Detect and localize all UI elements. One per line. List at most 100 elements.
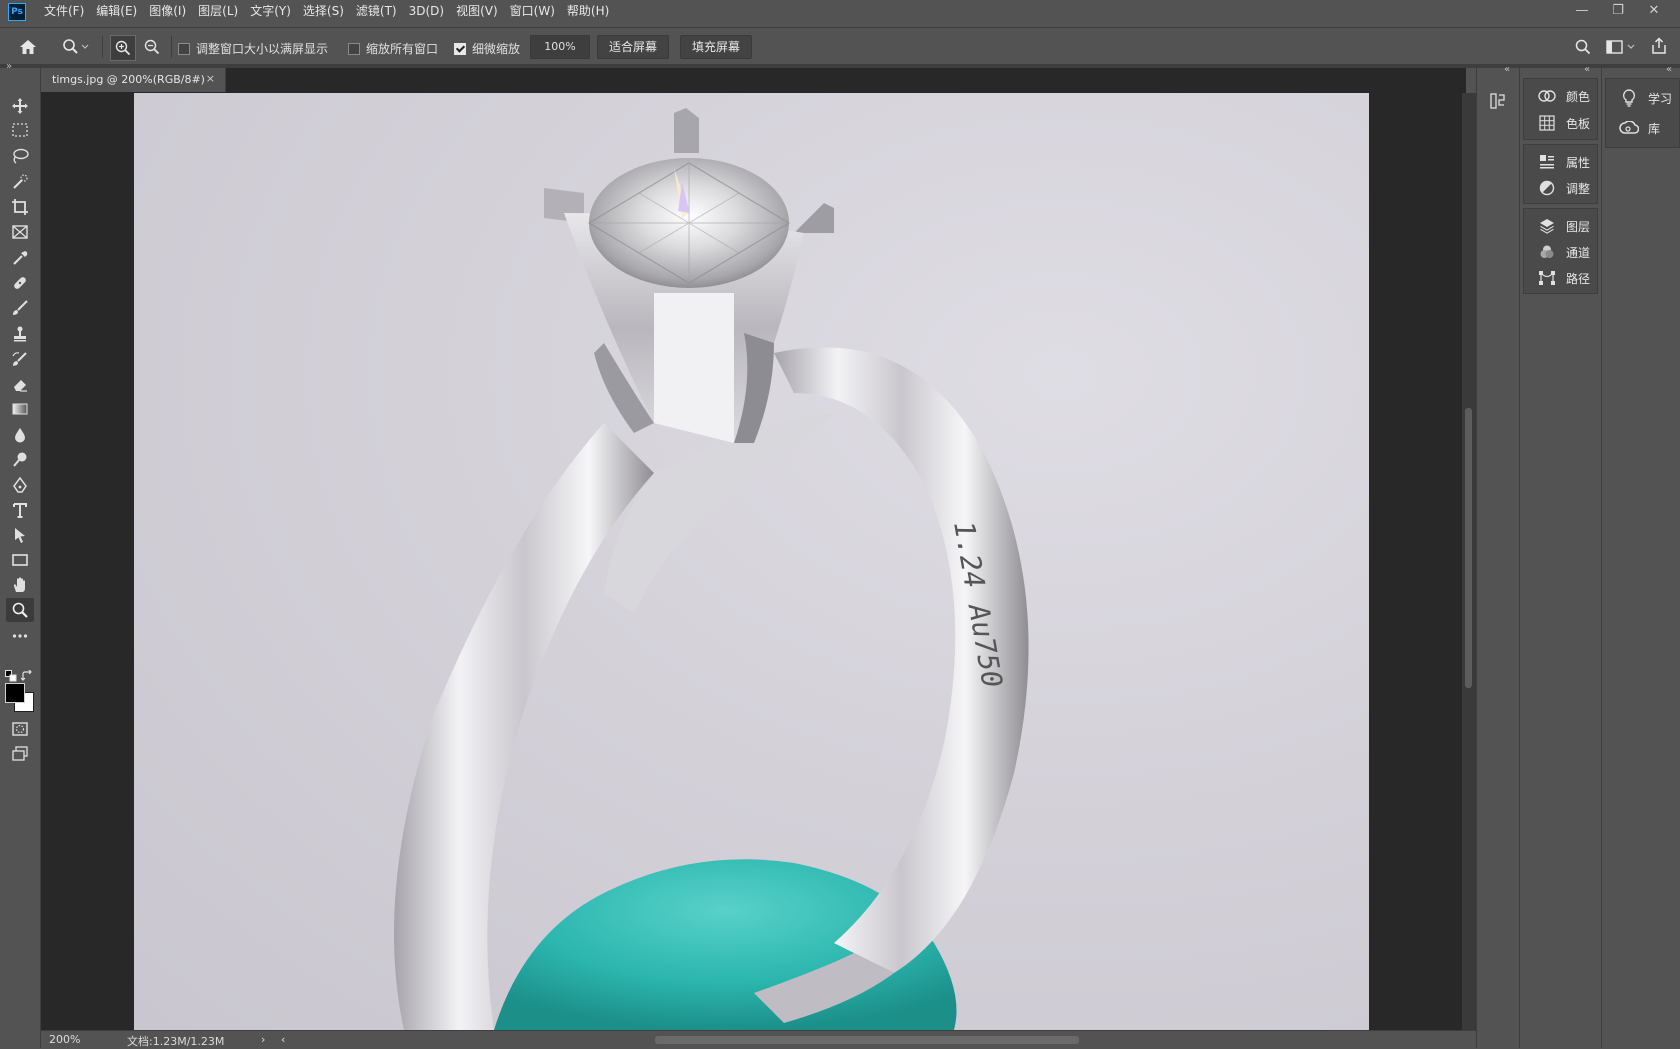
zoom-tool-icon bbox=[12, 602, 28, 618]
fill-screen-button[interactable]: 填充屏幕 bbox=[680, 35, 752, 59]
zoom-value-field[interactable]: 100% bbox=[530, 35, 590, 59]
menu-image[interactable]: 图像(I) bbox=[149, 0, 186, 23]
collapse-dock-icon[interactable]: « bbox=[1584, 64, 1590, 75]
gradient-tool[interactable] bbox=[6, 397, 34, 421]
zoom-in-button[interactable] bbox=[110, 35, 136, 61]
close-tab-icon[interactable]: × bbox=[206, 72, 215, 85]
swatches-panel-tab[interactable]: 色板 bbox=[1524, 110, 1604, 136]
paths-panel-label: 路径 bbox=[1566, 271, 1591, 286]
properties-panel-tab[interactable]: 属性 bbox=[1524, 149, 1604, 175]
screen-mode-button[interactable] bbox=[6, 742, 34, 766]
paths-panel-tab[interactable]: 路径 bbox=[1524, 265, 1604, 291]
menu-3d[interactable]: 3D(D) bbox=[409, 0, 444, 23]
workspace-switcher[interactable] bbox=[1604, 36, 1640, 58]
menu-select[interactable]: 选择(S) bbox=[303, 0, 344, 23]
learn-panel-tab[interactable]: 学习 bbox=[1606, 85, 1680, 111]
menu-window[interactable]: 窗口(W) bbox=[510, 0, 555, 23]
marquee-tool[interactable] bbox=[6, 118, 34, 142]
channels-panel-tab[interactable]: 通道 bbox=[1524, 239, 1604, 265]
more-tools-button[interactable] bbox=[6, 624, 34, 648]
quick-mask-button[interactable] bbox=[6, 717, 34, 741]
scroll-left-icon[interactable]: ‹ bbox=[281, 1033, 285, 1046]
photoshop-logo[interactable]: Ps bbox=[8, 3, 26, 21]
adjustments-panel-tab[interactable]: 调整 bbox=[1524, 175, 1604, 201]
menu-type[interactable]: 文字(Y) bbox=[250, 0, 291, 23]
document-tab[interactable]: timgs.jpg @ 200%(RGB/8#) × bbox=[41, 68, 226, 92]
menu-layer[interactable]: 图层(L) bbox=[198, 0, 238, 23]
checkbox-box bbox=[178, 42, 190, 55]
creative-cloud-icon bbox=[1619, 121, 1639, 134]
zoom-out-icon bbox=[144, 39, 160, 55]
panel-group-layers: 图层 通道 路径 bbox=[1523, 208, 1598, 294]
tool-preset-picker[interactable] bbox=[58, 36, 94, 58]
status-menu-arrow-icon[interactable]: › bbox=[261, 1033, 265, 1046]
dodge-icon bbox=[13, 452, 27, 467]
zoom-tool[interactable] bbox=[6, 598, 34, 622]
tools-panel bbox=[0, 68, 41, 1048]
pen-icon bbox=[13, 476, 27, 493]
hand-tool[interactable] bbox=[6, 573, 34, 597]
zoom-all-windows-checkbox[interactable]: 缩放所有窗口 bbox=[348, 40, 438, 57]
document-tab-title: timgs.jpg @ 200%(RGB/8#) bbox=[52, 73, 205, 86]
channels-panel-label: 通道 bbox=[1566, 245, 1591, 260]
hand-icon bbox=[13, 577, 25, 592]
path-select-tool[interactable] bbox=[6, 523, 34, 547]
menu-view[interactable]: 视图(V) bbox=[456, 0, 498, 23]
search-button[interactable] bbox=[1572, 36, 1594, 58]
vertical-scroll-thumb[interactable] bbox=[1465, 408, 1472, 688]
pen-tool[interactable] bbox=[6, 473, 34, 497]
menu-edit[interactable]: 编辑(E) bbox=[96, 0, 137, 23]
menu-help[interactable]: 帮助(H) bbox=[567, 0, 609, 23]
panel-dock-main: « 颜色 色板 属性 调整 图层 通道 路径 bbox=[1519, 64, 1604, 1048]
quick-select-tool[interactable] bbox=[6, 170, 34, 194]
healing-tool[interactable] bbox=[6, 271, 34, 295]
vertical-scrollbar[interactable] bbox=[1462, 93, 1476, 1030]
type-tool[interactable] bbox=[6, 498, 34, 522]
path-select-icon bbox=[15, 528, 25, 543]
libraries-panel-tab[interactable]: 库 bbox=[1606, 115, 1680, 141]
zoom-out-button[interactable] bbox=[140, 36, 164, 58]
rectangle-tool[interactable] bbox=[6, 548, 34, 572]
zoom-in-icon bbox=[115, 40, 131, 56]
brush-tool[interactable] bbox=[6, 296, 34, 320]
layers-panel-tab[interactable]: 图层 bbox=[1524, 213, 1604, 239]
swatches-grid-icon bbox=[1539, 115, 1555, 131]
restore-button[interactable]: ❐ bbox=[1600, 0, 1636, 23]
color-panel-tab[interactable]: 颜色 bbox=[1524, 83, 1604, 109]
horizontal-scroll-thumb[interactable] bbox=[655, 1036, 1079, 1044]
resize-windows-checkbox[interactable]: 调整窗口大小以满屏显示 bbox=[178, 40, 328, 57]
close-window-button[interactable]: ✕ bbox=[1636, 0, 1672, 23]
menu-file[interactable]: 文件(F) bbox=[44, 0, 84, 23]
stamp-icon bbox=[14, 326, 26, 342]
move-icon bbox=[12, 98, 28, 114]
healing-icon bbox=[14, 277, 26, 289]
lasso-tool[interactable] bbox=[6, 144, 34, 168]
minimize-button[interactable]: — bbox=[1564, 0, 1600, 23]
menu-filter[interactable]: 滤镜(T) bbox=[356, 0, 397, 23]
stamp-tool[interactable] bbox=[6, 322, 34, 346]
dodge-tool[interactable] bbox=[6, 448, 34, 472]
share-button[interactable] bbox=[1648, 34, 1670, 58]
learn-panel-label: 学习 bbox=[1648, 91, 1673, 106]
eraser-tool[interactable] bbox=[6, 372, 34, 396]
home-button[interactable] bbox=[16, 36, 40, 58]
foreground-color-swatch[interactable] bbox=[5, 683, 25, 703]
default-colors-icon[interactable] bbox=[5, 667, 17, 682]
crop-tool[interactable] bbox=[6, 195, 34, 219]
move-tool[interactable] bbox=[6, 94, 34, 118]
history-panel-button[interactable] bbox=[1487, 90, 1509, 112]
status-zoom[interactable]: 200% bbox=[49, 1033, 80, 1046]
history-brush-tool[interactable] bbox=[6, 347, 34, 371]
frame-tool[interactable] bbox=[6, 220, 34, 244]
fit-screen-button[interactable]: 适合屏幕 bbox=[597, 35, 669, 59]
collapse-dock-icon[interactable]: « bbox=[1666, 64, 1672, 75]
image-canvas[interactable]: 1.24 Au750 bbox=[134, 93, 1369, 1030]
collapse-dock-icon[interactable]: « bbox=[1504, 64, 1510, 75]
checkbox-box-checked bbox=[454, 42, 466, 55]
eyedropper-tool[interactable] bbox=[6, 246, 34, 270]
blur-tool[interactable] bbox=[6, 423, 34, 447]
swap-colors-icon[interactable] bbox=[20, 667, 33, 681]
scrubby-zoom-checkbox[interactable]: 细微缩放 bbox=[454, 40, 520, 57]
screen-mode-icon bbox=[12, 746, 28, 761]
menu-bar: Ps 文件(F) 编辑(E) 图像(I) 图层(L) 文字(Y) 选择(S) 滤… bbox=[0, 0, 1680, 23]
